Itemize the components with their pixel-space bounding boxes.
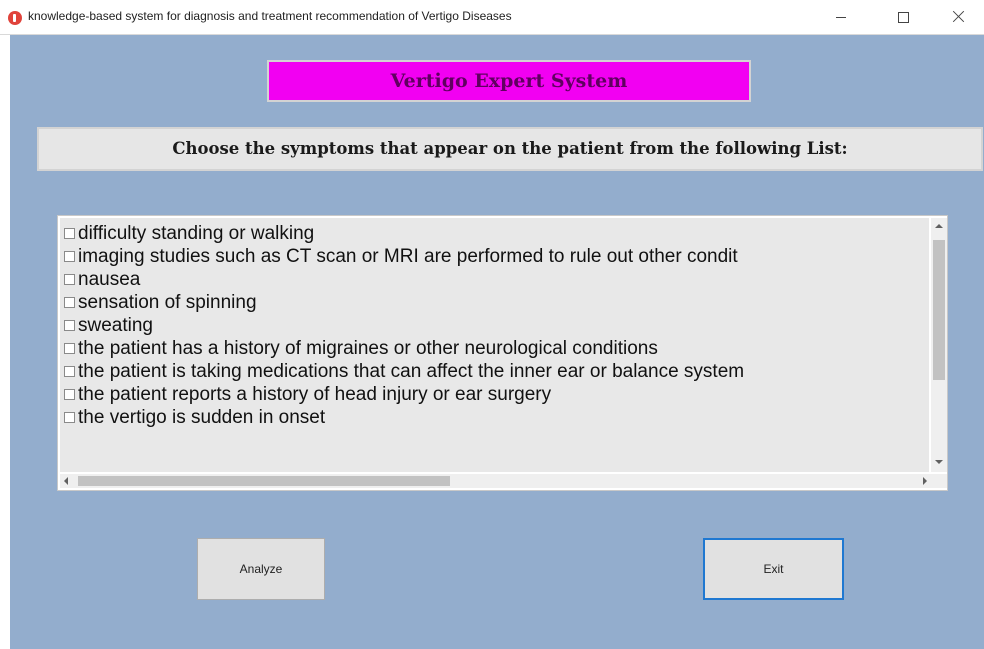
symptom-item[interactable]: nausea [64, 268, 929, 291]
symptom-checkbox[interactable] [64, 251, 75, 262]
symptom-checkbox[interactable] [64, 412, 75, 423]
app-window: knowledge-based system for diagnosis and… [0, 0, 984, 649]
symptom-label: sensation of spinning [78, 292, 257, 313]
vertical-scroll-thumb[interactable] [933, 240, 945, 380]
analyze-button[interactable]: Analyze [197, 538, 325, 600]
checklist-items: difficulty standing or walking imaging st… [64, 222, 929, 429]
symptom-checkbox[interactable] [64, 389, 75, 400]
vertical-scrollbar[interactable] [931, 218, 947, 472]
symptom-label: the patient is taking medications that c… [78, 361, 745, 382]
symptom-item[interactable]: sweating [64, 314, 929, 337]
symptom-item[interactable]: the patient reports a history of head in… [64, 383, 929, 406]
scroll-right-icon[interactable] [923, 477, 927, 485]
symptom-label: difficulty standing or walking [78, 223, 315, 244]
maximize-icon [898, 12, 909, 23]
page-title: Vertigo Expert System [267, 60, 751, 102]
maximize-button[interactable] [880, 0, 926, 34]
horizontal-scroll-thumb[interactable] [78, 476, 450, 486]
symptom-checkbox[interactable] [64, 366, 75, 377]
symptom-label: the patient has a history of migraines o… [78, 338, 658, 359]
symptom-checkbox[interactable] [64, 320, 75, 331]
close-button[interactable] [936, 0, 982, 34]
exit-button[interactable]: Exit [703, 538, 844, 600]
symptom-label: imaging studies such as CT scan or MRI a… [78, 246, 738, 267]
scroll-down-icon[interactable] [935, 460, 943, 464]
symptom-item[interactable]: the patient has a history of migraines o… [64, 337, 929, 360]
checklist-viewport: difficulty standing or walking imaging st… [60, 218, 929, 472]
symptom-label: the patient reports a history of head in… [78, 384, 552, 405]
minimize-icon [836, 17, 846, 18]
scroll-left-icon[interactable] [64, 477, 68, 485]
symptom-checkbox[interactable] [64, 297, 75, 308]
symptom-checkbox[interactable] [64, 343, 75, 354]
symptoms-checklist[interactable]: difficulty standing or walking imaging st… [57, 215, 948, 491]
symptom-item[interactable]: difficulty standing or walking [64, 222, 929, 245]
window-title: knowledge-based system for diagnosis and… [28, 9, 512, 23]
symptom-item[interactable]: the vertigo is sudden in onset [64, 406, 929, 429]
client-area: Vertigo Expert System Choose the symptom… [10, 35, 984, 649]
scrollbar-corner [931, 474, 947, 488]
symptom-item[interactable]: imaging studies such as CT scan or MRI a… [64, 245, 929, 268]
app-stop-icon[interactable] [8, 11, 22, 25]
symptom-checkbox[interactable] [64, 274, 75, 285]
symptom-item[interactable]: the patient is taking medications that c… [64, 360, 929, 383]
symptom-checkbox[interactable] [64, 228, 75, 239]
minimize-button[interactable] [818, 0, 864, 34]
symptom-item[interactable]: sensation of spinning [64, 291, 929, 314]
close-icon [953, 10, 965, 22]
horizontal-scrollbar[interactable] [60, 474, 931, 488]
symptom-label: the vertigo is sudden in onset [78, 407, 326, 428]
instruction-label: Choose the symptoms that appear on the p… [37, 127, 983, 171]
title-bar[interactable]: knowledge-based system for diagnosis and… [0, 0, 984, 35]
scroll-up-icon[interactable] [935, 224, 943, 228]
symptom-label: nausea [78, 269, 141, 290]
symptom-label: sweating [78, 315, 153, 336]
